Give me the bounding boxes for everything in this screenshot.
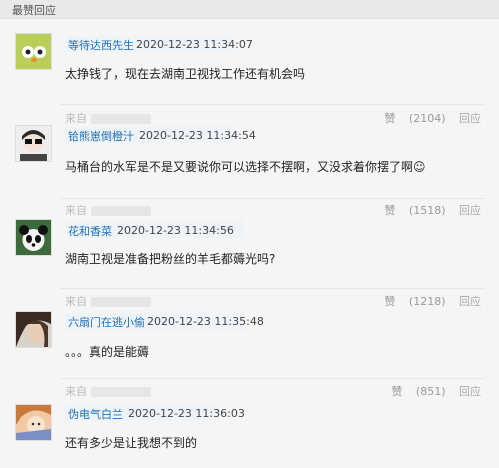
comment-source: 来自: [65, 293, 151, 309]
comment-text: 还有多少是让我想不到的: [65, 436, 198, 450]
comment-time: 2020-12-23 11:35:48: [147, 315, 264, 328]
section-header: 最赞回应: [0, 0, 499, 19]
avatar[interactable]: [15, 125, 52, 162]
comment-actions: 赞 (851) 回应: [381, 383, 481, 399]
comment-source: 来自: [65, 383, 151, 399]
reply-button[interactable]: 回应: [459, 385, 481, 398]
like-button[interactable]: 赞 (1218): [374, 295, 445, 308]
avatar[interactable]: [15, 33, 52, 70]
source-redacted: [91, 206, 151, 216]
like-count: (851): [415, 385, 446, 398]
comment-text: 太挣钱了，现在去湖南卫视找工作还有机会吗: [65, 67, 306, 81]
comment-text: 马桶台的水军是不是又要说你可以选择不摆啊，又没求着你摆了啊☺: [65, 160, 426, 174]
comment-actions: 赞 (1518) 回应: [374, 202, 481, 218]
like-count: (2104): [408, 112, 446, 125]
avatar[interactable]: [15, 404, 52, 441]
reply-button[interactable]: 回应: [459, 295, 481, 308]
comment-time: 2020-12-23 11:34:07: [136, 38, 253, 51]
divider: [60, 288, 485, 289]
comment-source: 来自: [65, 110, 151, 126]
username-link[interactable]: 六扇门在逃小偷: [68, 314, 145, 330]
comment-time: 2020-12-23 11:34:56: [117, 224, 234, 237]
like-count: (1218): [408, 295, 446, 308]
username-link[interactable]: 花和香菜: [68, 223, 112, 239]
like-button[interactable]: 赞 (2104): [374, 112, 445, 125]
divider: [60, 198, 485, 199]
like-button[interactable]: 赞 (1518): [374, 204, 445, 217]
username-link[interactable]: 等待达西先生: [68, 37, 134, 53]
comment-text: 湖南卫视是准备把粉丝的羊毛都薅光吗?: [65, 252, 276, 266]
comment-time: 2020-12-23 11:34:54: [139, 129, 256, 142]
divider: [60, 378, 485, 379]
username-link[interactable]: 铪熊崽倒橙汁: [68, 128, 134, 144]
like-count: (1518): [408, 204, 446, 217]
divider: [60, 104, 485, 105]
comment-actions: 赞 (1218) 回应: [374, 293, 481, 309]
source-redacted: [91, 297, 151, 307]
source-redacted: [91, 114, 151, 124]
avatar[interactable]: [15, 311, 52, 348]
reply-button[interactable]: 回应: [459, 204, 481, 217]
comment-time: 2020-12-23 11:36:03: [128, 407, 245, 420]
username-link[interactable]: 伪电气白兰: [68, 406, 123, 422]
reply-button[interactable]: 回应: [459, 112, 481, 125]
like-button[interactable]: 赞 (851): [381, 385, 445, 398]
section-title: 最赞回应: [12, 4, 56, 17]
comment-actions: 赞 (2104) 回应: [374, 110, 481, 126]
avatar[interactable]: [15, 219, 52, 256]
comment-source: 来自: [65, 202, 151, 218]
comment-text: 。。。真的是能薅: [65, 345, 150, 359]
source-redacted: [91, 387, 151, 397]
